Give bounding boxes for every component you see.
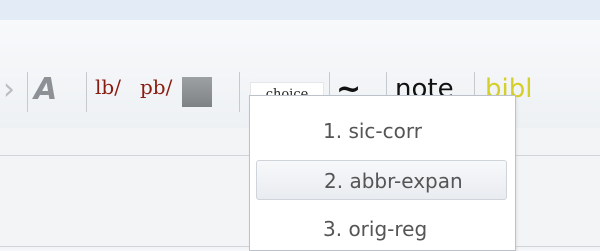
- window-top-band: [0, 0, 600, 20]
- cut-off-icon: ›: [3, 72, 15, 107]
- menu-item-orig-reg[interactable]: 3. orig-reg: [256, 209, 507, 249]
- menu-item-abbr-expan[interactable]: 2. abbr-expan: [256, 160, 507, 200]
- page-break-button[interactable]: pb/: [140, 75, 172, 99]
- choice-dropdown-menu: 1. sic-corr 2. abbr-expan 3. orig-reg: [249, 95, 516, 251]
- toolbar-separator: [239, 72, 240, 112]
- milestone-icon[interactable]: [182, 77, 212, 107]
- font-a-icon[interactable]: A: [34, 72, 57, 107]
- menu-item-sic-corr[interactable]: 1. sic-corr: [256, 111, 507, 151]
- toolbar-separator: [27, 72, 28, 112]
- toolbar-separator: [86, 72, 87, 112]
- line-break-button[interactable]: lb/: [95, 75, 121, 99]
